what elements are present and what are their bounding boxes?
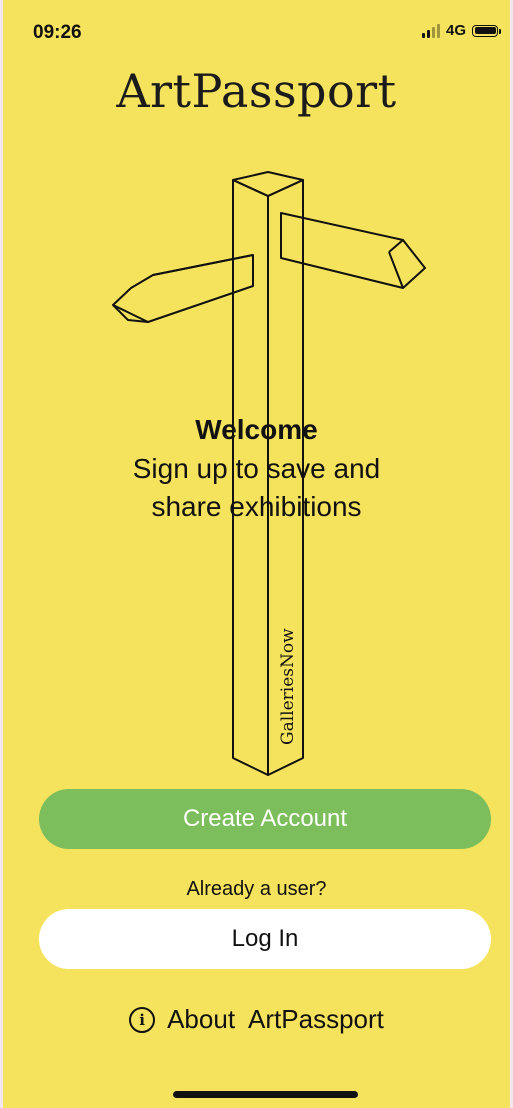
about-label: About ArtPassport [167,1004,384,1034]
welcome-title: Welcome [195,414,318,445]
post-label: GalleriesNow [278,628,298,745]
welcome-subtitle-line2: share exhibitions [151,491,362,522]
signpost-post-top [232,171,304,197]
status-time: 09:26 [33,22,82,43]
network-type: 4G [445,22,466,39]
already-user-text: Already a user? [186,878,327,900]
welcome-section: Welcome Sign up to save and share exhibi… [3,414,510,526]
signal-icon [421,23,440,38]
login-button[interactable]: Log In [39,909,491,969]
about-link[interactable]: i About ArtPassport [3,1004,510,1035]
welcome-subtitle-line1: Sign up to save and [132,453,381,484]
info-circle-icon: i [129,1006,156,1033]
app-title: ArtPassport [116,64,397,118]
status-indicators: 4G [421,22,501,39]
welcome-subtitle: Sign up to save and share exhibitions [3,450,510,526]
battery-icon [472,24,501,37]
create-account-button[interactable]: Create Account [39,789,491,849]
home-indicator [173,1091,358,1098]
app-screen: 09:26 4G ArtPassport GalleriesNow Welcom… [3,0,510,1108]
